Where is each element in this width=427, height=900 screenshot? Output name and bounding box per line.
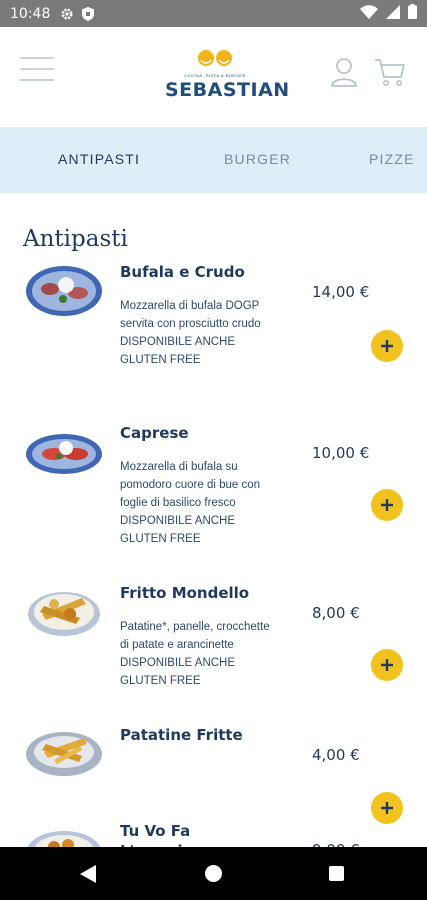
home-button[interactable] <box>205 865 222 882</box>
gear-icon <box>60 7 74 21</box>
item-description: Mozzarella di bufala su pomodoro cuore d… <box>120 461 261 545</box>
item-description: Mozzarella di bufala DOGP servita con pr… <box>120 300 261 366</box>
logo-mark-icon <box>198 50 232 66</box>
plus-icon <box>381 340 393 352</box>
item-name: Patatine Fritte <box>120 726 243 744</box>
add-button[interactable] <box>371 330 403 362</box>
tab-burger[interactable]: BURGER <box>224 151 291 167</box>
tab-pizze[interactable]: PIZZE <box>369 151 415 167</box>
menu-icon-line <box>20 79 54 81</box>
section-title: Antipasti <box>23 226 128 252</box>
item-price: 4,00 € <box>312 746 360 764</box>
shield-icon <box>82 6 95 21</box>
signal-icon <box>386 4 400 23</box>
user-icon <box>331 58 357 87</box>
tab-antipasti[interactable]: ANTIPASTI <box>58 151 140 167</box>
system-nav-bar <box>0 847 427 900</box>
item-price: 8,00 € <box>312 604 360 622</box>
user-button[interactable] <box>330 57 358 87</box>
item-name: Fritto Mondello <box>120 584 250 602</box>
status-bar: 10:48 <box>0 0 427 27</box>
item-name: Caprese <box>120 424 189 442</box>
item-name: Bufala e Crudo <box>120 263 245 281</box>
app-header: CUCINA, PIZZA & BURGER SEBASTIAN <box>0 27 427 127</box>
recents-button[interactable] <box>329 866 344 881</box>
menu-icon-line <box>20 68 54 70</box>
category-tabs: ANTIPASTI BURGER PIZZE <box>0 127 427 193</box>
add-button[interactable] <box>371 489 403 521</box>
dish-image <box>26 434 102 474</box>
item-description: Patatine*, panelle, crocchette di patate… <box>120 621 270 687</box>
item-price: 10,00 € <box>312 444 370 462</box>
wifi-icon <box>360 4 378 23</box>
dish-image <box>26 266 102 316</box>
plus-icon <box>381 802 393 814</box>
status-time: 10:48 <box>10 5 51 22</box>
back-icon <box>80 865 96 883</box>
logo[interactable]: CUCINA, PIZZA & BURGER SEBASTIAN <box>165 49 290 105</box>
item-price: 14,00 € <box>312 283 370 301</box>
back-button[interactable] <box>80 865 96 888</box>
logo-tagline: CUCINA, PIZZA & BURGER <box>184 73 246 78</box>
status-right <box>360 4 417 23</box>
cart-button[interactable] <box>374 57 406 87</box>
dish-image <box>26 732 102 776</box>
add-button[interactable] <box>371 649 403 681</box>
plus-icon <box>381 499 393 511</box>
cart-icon <box>375 59 406 86</box>
dish-image <box>28 592 100 636</box>
plus-icon <box>381 659 393 671</box>
logo-name: SEBASTIAN <box>165 79 290 101</box>
menu-icon-line <box>20 57 54 59</box>
battery-icon <box>408 4 417 23</box>
add-button[interactable] <box>371 792 403 824</box>
menu-button[interactable] <box>20 57 54 83</box>
